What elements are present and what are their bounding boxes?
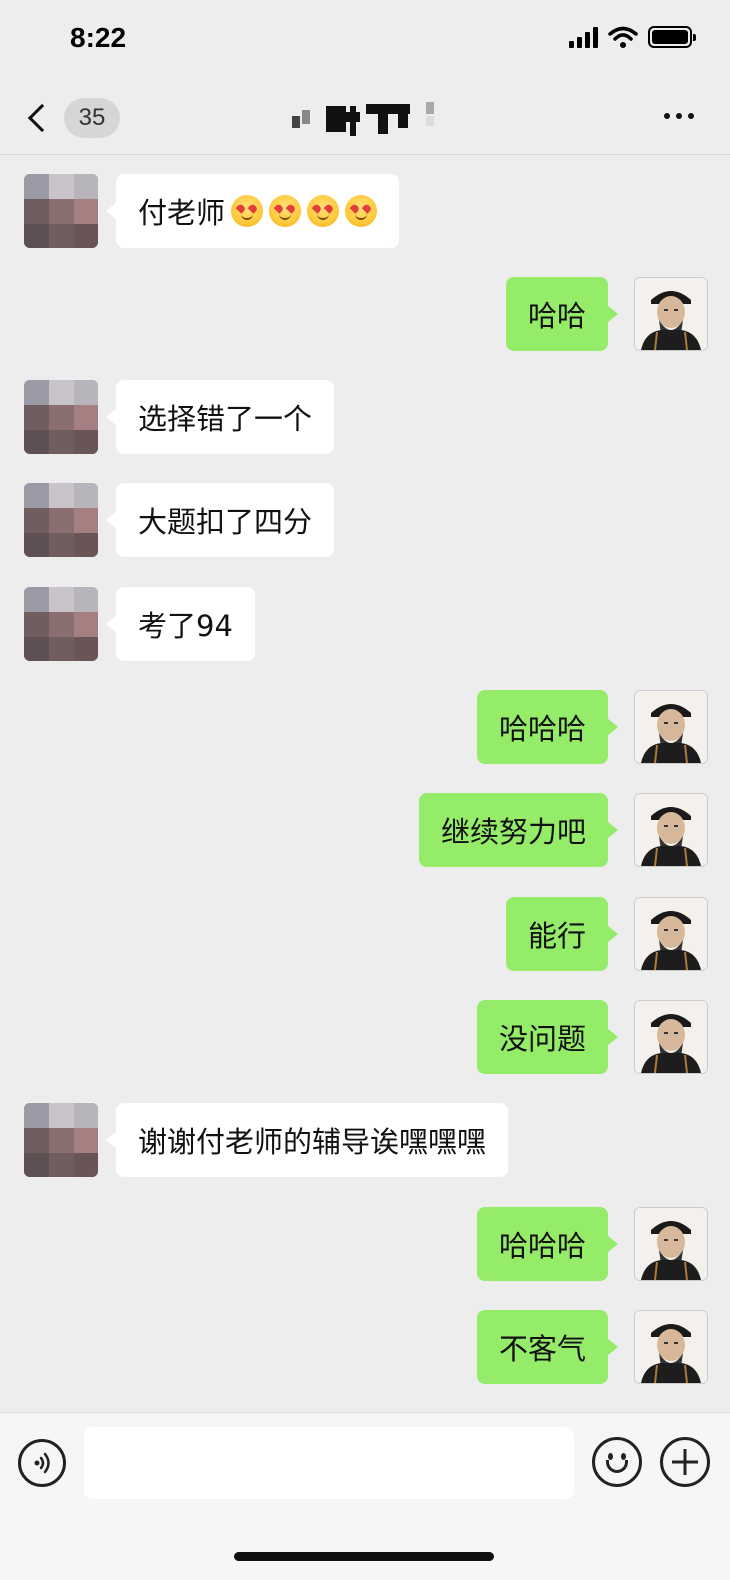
voice-icon[interactable] xyxy=(18,1439,66,1487)
my-avatar[interactable] xyxy=(634,277,708,351)
my-avatar[interactable] xyxy=(634,793,708,867)
more-options-button[interactable] xyxy=(664,113,694,119)
message-text: 大题扣了四分 xyxy=(138,505,313,539)
status-icons xyxy=(569,26,696,48)
star-struck-emoji-icon xyxy=(269,195,302,227)
message-row: 继续努力吧 xyxy=(0,793,730,873)
message-row: 不客气 xyxy=(0,1310,730,1390)
wifi-icon xyxy=(608,26,638,48)
contact-avatar[interactable] xyxy=(24,483,98,557)
message-row: 大题扣了四分 xyxy=(0,483,730,563)
star-struck-emoji-icon xyxy=(307,195,340,227)
star-struck-emoji-icon xyxy=(345,195,378,227)
message-text: 能行 xyxy=(527,919,586,953)
message-text: 付老师 xyxy=(138,196,226,230)
contact-avatar[interactable] xyxy=(24,1103,98,1177)
received-message-bubble[interactable]: 付老师 xyxy=(105,174,400,248)
message-row: 能行 xyxy=(0,897,730,977)
message-text: 哈哈哈 xyxy=(498,1229,586,1263)
message-row: 谢谢付老师的辅导诶嘿嘿嘿 xyxy=(0,1103,730,1183)
sent-message-bubble[interactable]: 没问题 xyxy=(476,1000,619,1074)
chat-title-blurred xyxy=(290,102,450,136)
plus-icon[interactable] xyxy=(660,1437,710,1487)
emoji-strip xyxy=(231,195,378,227)
sent-message-bubble[interactable]: 哈哈哈 xyxy=(476,690,619,764)
message-text: 没问题 xyxy=(498,1022,586,1056)
message-row: 选择错了一个 xyxy=(0,380,730,460)
chat-nav-bar: 35 xyxy=(0,80,730,155)
sent-message-bubble[interactable]: 哈哈 xyxy=(505,277,619,351)
message-row: 哈哈哈 xyxy=(0,1207,730,1287)
message-row: 没问题 xyxy=(0,1000,730,1080)
emoji-icon[interactable] xyxy=(592,1437,642,1487)
status-time: 8:22 xyxy=(70,22,127,53)
message-row: 付老师 xyxy=(0,174,730,254)
chevron-left-icon xyxy=(27,103,57,133)
my-avatar[interactable] xyxy=(634,690,708,764)
my-avatar[interactable] xyxy=(634,897,708,971)
message-text: 考了94 xyxy=(138,609,233,643)
contact-avatar[interactable] xyxy=(24,587,98,661)
received-message-bubble[interactable]: 大题扣了四分 xyxy=(105,483,335,557)
contact-avatar[interactable] xyxy=(24,380,98,454)
my-avatar[interactable] xyxy=(634,1207,708,1281)
unread-count-badge: 35 xyxy=(64,98,120,138)
sent-message-bubble[interactable]: 哈哈哈 xyxy=(476,1207,619,1281)
message-row: 哈哈 xyxy=(0,277,730,357)
message-text: 哈哈 xyxy=(527,299,586,333)
received-message-bubble[interactable]: 考了94 xyxy=(106,587,255,661)
received-message-bubble[interactable]: 选择错了一个 xyxy=(105,380,335,454)
received-message-bubble[interactable]: 谢谢付老师的辅导诶嘿嘿嘿 xyxy=(105,1103,509,1177)
sent-message-bubble[interactable]: 能行 xyxy=(505,897,619,971)
message-row: 哈哈哈 xyxy=(0,690,730,770)
message-text: 选择错了一个 xyxy=(138,402,313,436)
message-text: 哈哈哈 xyxy=(498,712,586,746)
contact-avatar[interactable] xyxy=(24,174,98,248)
sent-message-bubble[interactable]: 继续努力吧 xyxy=(418,793,619,867)
message-text: 继续努力吧 xyxy=(440,815,586,849)
message-row: 考了94 xyxy=(0,587,730,667)
star-struck-emoji-icon xyxy=(231,195,264,227)
sent-message-bubble[interactable]: 不客气 xyxy=(476,1310,619,1384)
message-input[interactable] xyxy=(84,1427,574,1499)
back-button[interactable]: 35 xyxy=(22,96,120,140)
my-avatar[interactable] xyxy=(634,1310,708,1384)
cellular-signal-icon xyxy=(569,26,598,48)
message-text: 不客气 xyxy=(498,1332,586,1366)
home-indicator xyxy=(234,1552,494,1561)
battery-icon xyxy=(648,26,696,48)
my-avatar[interactable] xyxy=(634,1000,708,1074)
status-bar: 8:22 xyxy=(0,0,730,80)
message-text: 谢谢付老师的辅导诶嘿嘿嘿 xyxy=(138,1125,487,1159)
